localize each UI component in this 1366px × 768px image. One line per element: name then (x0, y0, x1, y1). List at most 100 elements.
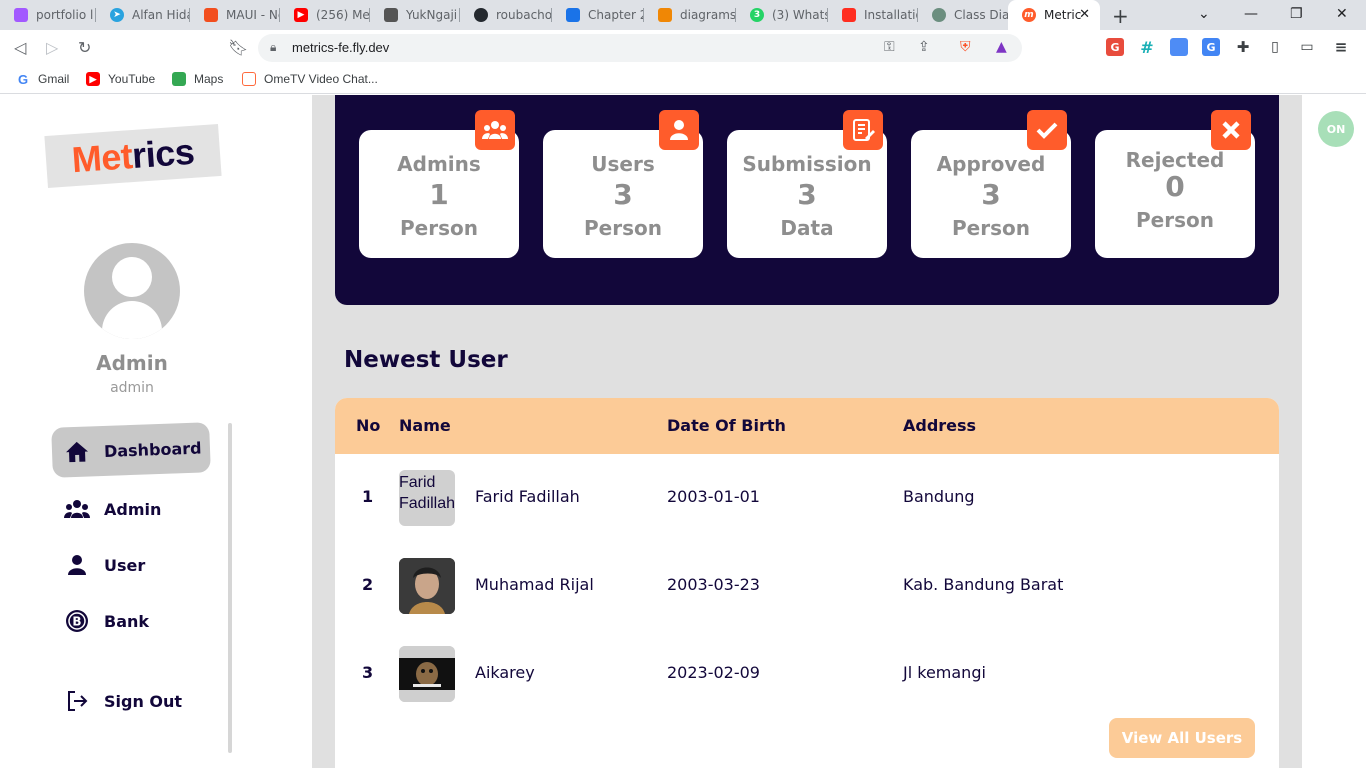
stats-banner: Admins 1 Person Users 3 Person Submissio… (335, 95, 1279, 305)
figma-icon (204, 8, 218, 22)
browser-tab-active[interactable]: m Metric ✕ (1008, 0, 1100, 30)
forward-icon[interactable]: ▷ (46, 38, 58, 57)
brave-shield-icon[interactable]: ⛨ (960, 39, 971, 55)
browser-tab[interactable]: YukNgaji (370, 0, 460, 30)
stat-value: 3 (613, 178, 633, 211)
browser-tab-strip: portfolio l ➤ Alfan Hida MAUI - Nc ▶ (25… (0, 0, 1366, 30)
reload-icon[interactable]: ↻ (78, 38, 91, 57)
classroom-icon (566, 8, 580, 22)
stat-unit: Person (584, 216, 662, 240)
tab-label: Installatio (864, 8, 918, 22)
stat-card-rejected: Rejected 0 Person (1095, 110, 1255, 258)
cell-no: 3 (362, 663, 374, 682)
close-window-icon[interactable]: ✕ (1336, 6, 1348, 22)
wallet-icon[interactable]: ▭ (1298, 38, 1316, 56)
bookmark-gmail[interactable]: G Gmail (16, 72, 70, 87)
logo-text: rics (130, 130, 196, 177)
cell-name: Aikarey (475, 663, 535, 682)
ometv-icon (242, 72, 256, 86)
sidebar-item-sign-out[interactable]: Sign Out (52, 676, 210, 726)
brave-rewards-icon[interactable]: ▲ (996, 39, 1007, 55)
close-tab-icon[interactable]: ✕ (1079, 7, 1090, 22)
stat-value: 3 (981, 178, 1001, 211)
column-header-dob: Date Of Birth (667, 416, 786, 435)
close-icon (1211, 110, 1251, 150)
tab-search-icon[interactable]: ⌄ (1198, 6, 1210, 22)
stat-card-approved: Approved 3 Person (911, 110, 1071, 258)
maps-icon (172, 72, 186, 86)
status-badge[interactable]: ON (1318, 111, 1354, 147)
cell-name: Muhamad Rijal (475, 575, 594, 594)
bookmark-label: Gmail (38, 72, 70, 86)
sidebar-item-label: User (104, 555, 146, 575)
cell-address: Kab. Bandung Barat (903, 575, 1064, 594)
address-bar[interactable]: 🔒︎ metrics-fe.fly.dev ⚿ ⇪ ⛨ ▲ (258, 34, 1022, 62)
cell-no: 2 (362, 575, 374, 594)
sidebar-item-user[interactable]: User (52, 540, 210, 590)
url-text[interactable]: metrics-fe.fly.dev (292, 40, 389, 55)
page: Met rics Admin admin Dashboard Admin User (0, 95, 1366, 768)
new-tab-icon[interactable]: + (1112, 4, 1129, 28)
tab-label: (3) Whats (772, 8, 828, 22)
stat-label: Rejected (1125, 148, 1225, 172)
bookmark-ometv[interactable]: OmeTV Video Chat... (242, 72, 378, 86)
stat-value: 0 (1165, 170, 1185, 203)
translate-ext-icon[interactable]: G (1202, 38, 1220, 56)
table-row[interactable]: 2 Muhamad Rijal 2003-03-23 Kab. Bandung … (335, 542, 1279, 630)
logo[interactable]: Met rics (44, 123, 222, 189)
browser-tab[interactable]: MAUI - Nc (190, 0, 280, 30)
device-ext-icon[interactable] (1170, 38, 1188, 56)
bookmark-icon[interactable]: 🔖︎ (228, 38, 248, 57)
stat-label: Admins (397, 152, 481, 176)
bookmark-maps[interactable]: Maps (172, 72, 223, 86)
user-icon (659, 110, 699, 150)
laravel-icon (842, 8, 856, 22)
stat-label: Approved (936, 152, 1046, 176)
sidebar-toggle-icon[interactable]: ▯ (1266, 38, 1284, 56)
browser-tab[interactable]: Class Diag (918, 0, 1008, 30)
minimize-icon[interactable]: — (1244, 6, 1258, 22)
youtube-icon: ▶ (294, 8, 308, 22)
grammarly-ext-icon[interactable]: G (1106, 38, 1124, 56)
hashtag-ext-icon[interactable]: # (1138, 38, 1156, 57)
main-content: Admins 1 Person Users 3 Person Submissio… (312, 95, 1302, 768)
browser-tab[interactable]: diagrams. (644, 0, 736, 30)
browser-tab[interactable]: Installatio (828, 0, 918, 30)
stat-value: 1 (429, 178, 449, 211)
section-title: Newest User (344, 347, 508, 373)
restore-icon[interactable]: ❐ (1290, 6, 1303, 22)
browser-tab[interactable]: portfolio l (0, 0, 96, 30)
back-icon[interactable]: ◁ (14, 38, 26, 57)
table-row[interactable]: 1 Farid Fadillah Farid Fadillah 2003-01-… (335, 454, 1279, 542)
telegram-icon: ➤ (110, 8, 124, 22)
sidebar-item-dashboard[interactable]: Dashboard (51, 422, 211, 478)
users-group-icon (64, 499, 90, 519)
sidebar-scrollbar[interactable] (228, 423, 232, 753)
stat-card-submission: Submission 3 Data (727, 110, 887, 258)
cell-address: Bandung (903, 487, 975, 506)
lock-icon: 🔒︎ (270, 40, 277, 54)
view-all-users-button[interactable]: View All Users (1109, 718, 1255, 758)
user-photo (399, 646, 455, 702)
browser-tab[interactable]: ▶ (256) Mer (280, 0, 370, 30)
stat-card-admins: Admins 1 Person (359, 110, 519, 258)
browser-tab[interactable]: 3 (3) Whats (736, 0, 828, 30)
browser-tab[interactable]: ➤ Alfan Hida (96, 0, 190, 30)
column-header-name: Name (399, 416, 451, 435)
browser-tab[interactable]: roubachof (460, 0, 552, 30)
tab-label: (256) Mer (316, 8, 370, 22)
globe-icon (932, 8, 946, 22)
share-icon[interactable]: ⇪ (918, 39, 930, 55)
table-row[interactable]: 3 Aikarey 2023-02-09 Jl kemangi (335, 630, 1279, 718)
browser-tab[interactable]: Chapter 2 (552, 0, 644, 30)
bookmark-youtube[interactable]: ▶ YouTube (86, 72, 155, 86)
extensions-icon[interactable]: ✚ (1234, 38, 1252, 56)
key-icon[interactable]: ⚿ (884, 39, 895, 55)
sidebar-item-bank[interactable]: B Bank (52, 596, 210, 646)
browser-toolbar: ◁ ▷ ↻ 🔖︎ 🔒︎ metrics-fe.fly.dev ⚿ ⇪ ⛨ ▲ G… (0, 30, 1366, 66)
user-photo: Farid Fadillah (399, 470, 455, 526)
menu-icon[interactable]: ≡ (1332, 38, 1350, 56)
tab-label: Class Diag (954, 8, 1008, 22)
sidebar-item-admin[interactable]: Admin (52, 484, 210, 534)
right-panel: ON (1302, 95, 1366, 768)
